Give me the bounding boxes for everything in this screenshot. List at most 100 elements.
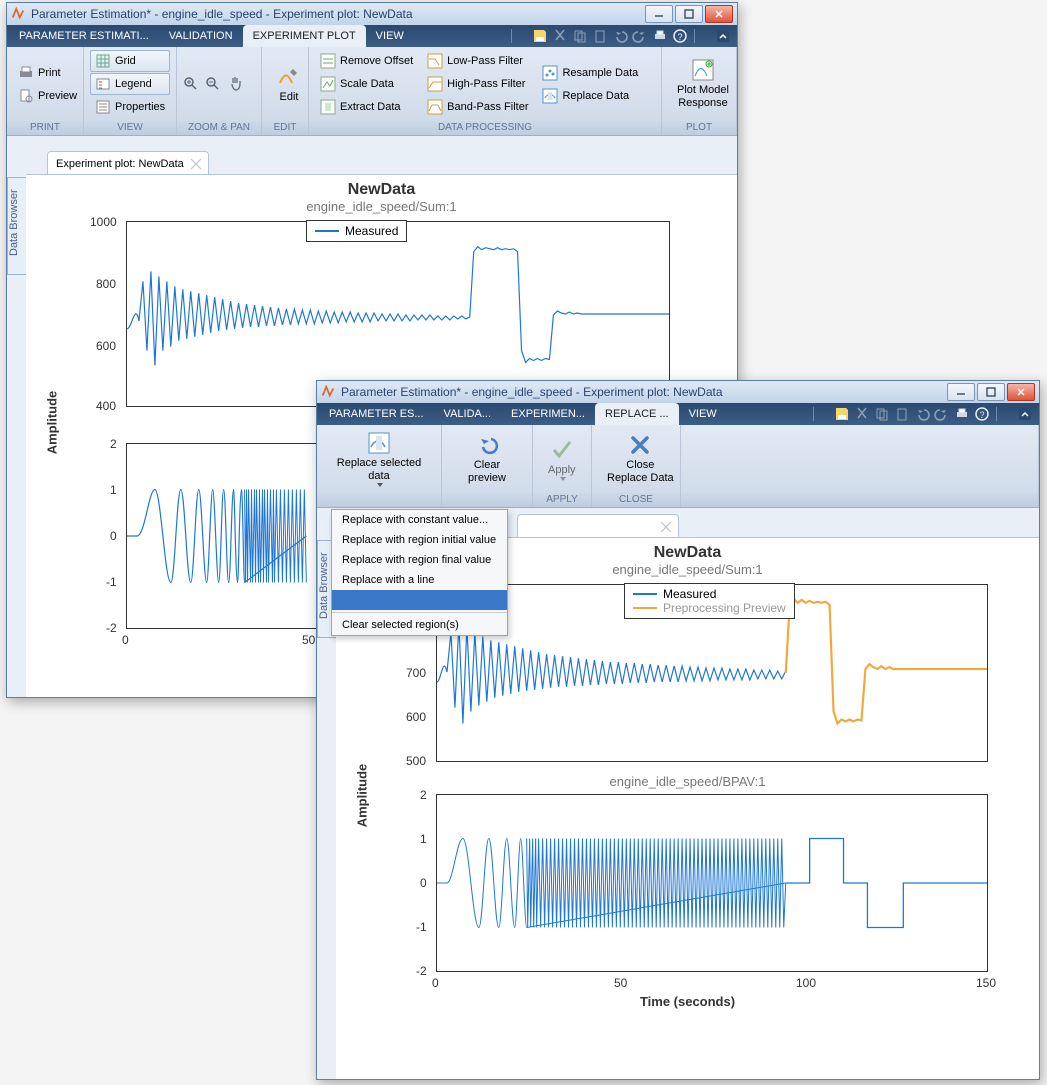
close-replace-data-button[interactable]: Close Replace Data	[598, 430, 683, 488]
close-button[interactable]	[705, 5, 733, 23]
menu-item-region-final[interactable]: Replace with region final value	[332, 550, 507, 570]
replace-selected-data-menu: Replace with constant value... Replace w…	[331, 509, 508, 636]
plot-panel-2[interactable]: 2 1 0 -1 -2 0 50 100 150	[436, 794, 988, 972]
ribbon-tabstrip: PARAMETER ES... VALIDA... EXPERIMEN... R…	[317, 403, 1039, 425]
clear-preview-button[interactable]: Clear preview	[448, 430, 526, 488]
copy-icon[interactable]	[874, 406, 890, 422]
redo-icon[interactable]	[934, 406, 950, 422]
replace-data-button[interactable]: Replace Data	[537, 85, 643, 107]
app-logo-icon	[11, 7, 25, 21]
document-tab-label: Experiment plot: NewData	[56, 158, 184, 170]
data-browser-tab[interactable]: Data Browser	[7, 177, 27, 275]
check-icon	[550, 438, 574, 462]
tab-validation[interactable]: VALIDATION	[159, 25, 243, 47]
close-x-icon	[628, 433, 652, 457]
replace-data-icon	[542, 88, 558, 104]
low-pass-filter-button[interactable]: Low-Pass Filter	[422, 50, 533, 72]
print-qa-icon[interactable]	[652, 28, 668, 44]
close-tab-icon[interactable]	[660, 521, 672, 533]
plot-model-response-button[interactable]: Plot Model Response	[668, 55, 738, 113]
titlebar[interactable]: Parameter Estimation* - engine_idle_spee…	[7, 3, 737, 25]
extract-data-button[interactable]: Extract Data	[315, 96, 418, 118]
window-title: Parameter Estimation* - engine_idle_spee…	[31, 7, 645, 21]
minimize-button[interactable]	[645, 5, 673, 23]
window-title: Parameter Estimation* - engine_idle_spee…	[341, 385, 947, 399]
save-icon[interactable]	[834, 406, 850, 422]
print-qa-icon[interactable]	[954, 406, 970, 422]
collapse-ribbon-icon[interactable]	[715, 28, 731, 44]
paste-icon[interactable]	[592, 28, 608, 44]
group-caption-print: PRINT	[7, 121, 83, 135]
properties-button[interactable]: Properties	[90, 96, 170, 118]
legend-toggle[interactable]: Legend	[90, 73, 170, 95]
plot-response-label: Plot Model Response	[677, 84, 729, 110]
chart-subtitle-2: engine_idle_speed/BPAV:1	[336, 774, 1039, 789]
copy-icon[interactable]	[572, 28, 588, 44]
pan-icon[interactable]	[227, 76, 243, 92]
plot-response-icon	[691, 58, 715, 82]
menu-item-line[interactable]: Replace with a line	[332, 570, 507, 590]
undo-large-icon	[475, 433, 499, 457]
undo-icon[interactable]	[914, 406, 930, 422]
print-button[interactable]: Print	[13, 62, 82, 84]
plot-panel-1[interactable]: Measured Preprocessing Preview 900 800 7…	[436, 584, 988, 762]
plot1-svg	[127, 222, 669, 406]
replace-selected-data-button[interactable]: Replace selected data	[323, 428, 435, 490]
svg-text:?: ?	[979, 410, 984, 420]
dropdown-arrow-icon	[377, 483, 383, 487]
remove-offset-button[interactable]: Remove Offset	[315, 50, 418, 72]
collapse-ribbon-icon[interactable]	[1017, 406, 1033, 422]
scale-data-icon	[320, 76, 336, 92]
tab-replace[interactable]: REPLACE ...	[595, 403, 679, 425]
tab-validation[interactable]: VALIDA...	[434, 403, 501, 425]
grid-icon	[95, 53, 111, 69]
low-pass-icon	[427, 53, 443, 69]
scale-data-button[interactable]: Scale Data	[315, 73, 418, 95]
paste-icon[interactable]	[894, 406, 910, 422]
maximize-button[interactable]	[977, 383, 1005, 401]
group-caption-plot: PLOT	[662, 121, 736, 135]
apply-button[interactable]: Apply	[539, 435, 585, 484]
resample-data-button[interactable]: Resample Data	[537, 62, 643, 84]
tab-view[interactable]: VIEW	[679, 403, 727, 425]
menu-item-region-initial[interactable]: Replace with region initial value	[332, 530, 507, 550]
help-icon[interactable]: ?	[974, 406, 990, 422]
plot1-legend[interactable]: Measured Preprocessing Preview	[624, 583, 795, 619]
undo-icon[interactable]	[612, 28, 628, 44]
app-logo-icon	[321, 385, 335, 399]
band-pass-filter-button[interactable]: Band-Pass Filter	[422, 96, 533, 118]
cut-icon[interactable]	[854, 406, 870, 422]
high-pass-icon	[427, 76, 443, 92]
group-caption-close: CLOSE	[592, 493, 680, 507]
close-tab-icon[interactable]	[190, 158, 202, 170]
maximize-button[interactable]	[675, 5, 703, 23]
menu-item-clear-regions[interactable]: Clear selected region(s)	[332, 615, 507, 635]
tab-parameter-estimation[interactable]: PARAMETER ES...	[319, 403, 434, 425]
ribbon-tabstrip: PARAMETER ESTIMATI... VALIDATION EXPERIM…	[7, 25, 737, 47]
zoom-in-icon[interactable]	[183, 76, 199, 92]
tab-experiment-plot[interactable]: EXPERIMEN...	[501, 403, 595, 425]
minimize-button[interactable]	[947, 383, 975, 401]
grid-toggle[interactable]: Grid	[90, 50, 170, 72]
y-axis-label: Amplitude	[44, 391, 59, 455]
plot1-legend[interactable]: Measured	[306, 220, 407, 242]
tab-view[interactable]: VIEW	[366, 25, 414, 47]
zoom-out-icon[interactable]	[205, 76, 221, 92]
edit-button[interactable]: Edit	[268, 62, 310, 107]
tab-parameter-estimation[interactable]: PARAMETER ESTIMATI...	[9, 25, 159, 47]
dropdown-arrow-icon	[560, 477, 566, 481]
ribbon: Replace selected data Clear preview Appl…	[317, 425, 1039, 508]
quick-access-toolbar: ?	[503, 25, 737, 47]
high-pass-filter-button[interactable]: High-Pass Filter	[422, 73, 533, 95]
help-icon[interactable]: ?	[672, 28, 688, 44]
group-caption-apply: APPLY	[533, 493, 591, 507]
save-icon[interactable]	[532, 28, 548, 44]
tab-experiment-plot[interactable]: EXPERIMENT PLOT	[243, 25, 366, 47]
close-button[interactable]	[1007, 383, 1035, 401]
redo-icon[interactable]	[632, 28, 648, 44]
cut-icon[interactable]	[552, 28, 568, 44]
titlebar[interactable]: Parameter Estimation* - engine_idle_spee…	[317, 381, 1039, 403]
band-pass-icon	[427, 99, 443, 115]
menu-item-constant-value[interactable]: Replace with constant value...	[332, 510, 507, 530]
preview-button[interactable]: Preview	[13, 85, 82, 107]
